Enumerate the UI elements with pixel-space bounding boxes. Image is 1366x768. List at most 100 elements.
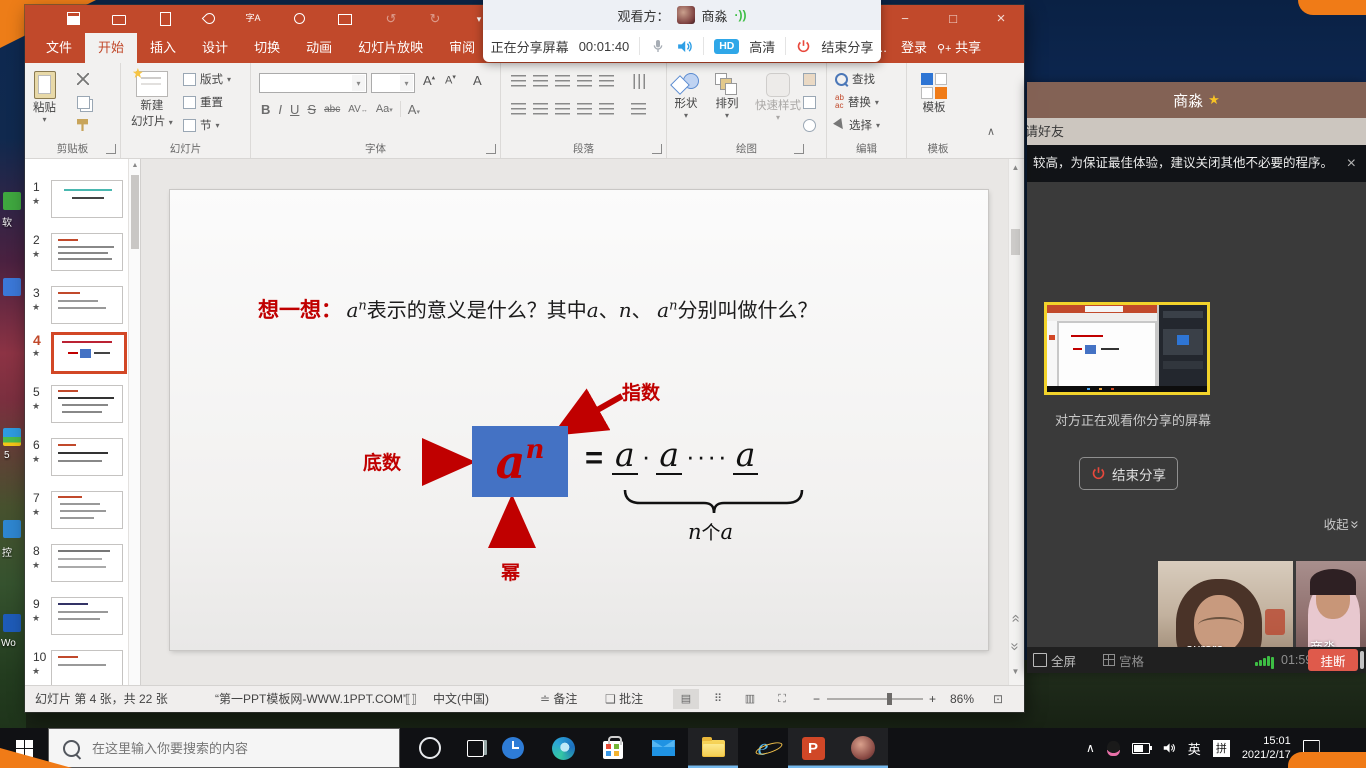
slide-thumbnail-2[interactable]: 2★ [25,233,128,277]
slide-sorter-view-button[interactable]: ⠿ [705,689,731,709]
fit-to-window-icon[interactable]: ⊡ [993,686,1003,712]
thumbnail-scrollbar[interactable]: ▲ [128,159,141,685]
desktop-icon[interactable] [3,428,21,446]
slideshow-view-button[interactable]: ⛶ [769,689,795,709]
reading-view-button[interactable]: ▥ [737,689,763,709]
collapse-videos-button[interactable]: 收起 » [1324,514,1358,533]
tab-design[interactable]: 设计 [189,33,241,63]
store-app-icon[interactable] [588,728,638,768]
end-share-button[interactable]: 结束分享 [821,37,873,56]
scroll-up-icon[interactable]: ▲ [129,159,141,173]
internet-explorer-icon[interactable]: e [738,728,788,768]
align-text-button[interactable] [627,103,649,121]
battery-icon[interactable] [1132,743,1150,754]
dropdown-icon[interactable]: ▾ [400,75,413,91]
login-button[interactable]: 登录 [901,33,927,63]
cortana-button[interactable] [405,728,455,768]
share-button[interactable]: ⚲+ 共享 [937,33,981,63]
accessibility-icon[interactable]: ⟦⟧ [405,686,417,712]
slide-canvas[interactable]: 想一想： an表示的意义是什么？其中a、n、 an分别叫做什么？ 指数 底数 幂… [170,190,988,650]
new-file-icon[interactable] [157,11,173,27]
tab-file[interactable]: 文件 [33,33,85,63]
scroll-up-icon[interactable]: ▲ [1009,163,1022,172]
replace-button[interactable]: abac 替换▾ [835,94,879,110]
dropdown-icon[interactable]: ▾ [352,75,365,91]
save-icon[interactable] [65,11,81,27]
open-icon[interactable] [111,11,127,27]
ime-indicator[interactable]: 拼 [1213,740,1230,757]
tab-review[interactable]: 审阅 [436,33,488,63]
shapes-button[interactable]: 形状▾ [673,73,699,120]
slide-thumbnail-3[interactable]: 3★ [25,286,128,330]
alarms-app-icon[interactable] [488,728,538,768]
fullscreen-button[interactable]: 全屏 [1033,647,1076,673]
paragraph-row-2[interactable] [507,103,617,121]
ink-icon[interactable] [201,11,217,27]
paste-button[interactable]: 粘贴 ▾ [33,71,56,124]
layout-button[interactable]: 版式▾ [183,71,231,87]
language-status[interactable]: 中文(中国) [433,686,489,712]
shrink-font-button[interactable]: A▾ [445,73,456,87]
slide-thumbnail-9[interactable]: 9★ [25,597,128,641]
font-color-button[interactable]: A▾ [408,102,420,117]
tab-transitions[interactable]: 切换 [241,33,293,63]
shape-effects-button[interactable] [803,119,816,132]
tab-insert[interactable]: 插入 [137,33,189,63]
clock-date[interactable]: 15:01 2021/2/17 [1242,734,1291,763]
hd-badge[interactable]: HD [714,39,739,54]
zoom-in-button[interactable]: + [929,686,936,712]
speaker-icon[interactable] [676,38,693,55]
language-indicator[interactable]: 英 [1188,739,1201,758]
comments-button[interactable]: ❑ 批注 [605,686,643,712]
mail-app-icon[interactable] [638,728,688,768]
normal-view-button[interactable]: ▤ [673,689,699,709]
italic-button[interactable]: I [278,102,282,117]
desktop-icon[interactable] [3,614,21,632]
zoom-out-button[interactable]: − [813,686,820,712]
tab-animations[interactable]: 动画 [293,33,345,63]
hd-label[interactable]: 高清 [749,37,775,56]
font-size-combobox[interactable]: ▾ [371,73,415,93]
desktop-icon[interactable] [3,192,21,210]
quick-styles-button[interactable]: 快速样式▾ [755,73,801,122]
hidden-icons-chevron[interactable]: ∧ [1086,741,1095,755]
toast-close-icon[interactable]: × [1347,145,1356,182]
paragraph-row-1[interactable] [507,75,617,93]
grid-view-button[interactable]: 宫格 [1103,647,1144,673]
powerpoint-app-icon[interactable]: P [788,728,838,768]
text-direction-button[interactable] [627,75,649,93]
shared-screen-preview[interactable] [1044,302,1210,395]
slide-thumbnail-5[interactable]: 5★ [25,385,128,429]
search-input[interactable] [90,740,384,757]
scrollbar-thumb[interactable] [1011,229,1020,255]
format-painter-button[interactable] [77,119,88,131]
change-case-button[interactable]: Aa▾ [376,103,393,115]
template-button[interactable]: 模板 [921,73,947,115]
microphone-icon[interactable] [650,38,666,54]
tab-slideshow[interactable]: 幻灯片放映 [345,33,436,63]
end-share-button-sidebar[interactable]: 结束分享 [1079,457,1178,490]
zoom-level[interactable]: 86% [950,686,974,712]
desktop-icon[interactable] [3,520,21,538]
video-feed-aurora[interactable]: aurora [1158,561,1293,660]
hangup-button[interactable]: 挂断 [1308,649,1358,671]
volume-icon[interactable] [1162,741,1176,755]
font-name-combobox[interactable]: ▾ [259,73,367,93]
invite-label[interactable]: 邀请好友 [1027,118,1064,145]
scroll-down-icon[interactable]: ▼ [1009,667,1022,676]
slide-thumbnail-4-selected[interactable]: 4★ [25,332,128,376]
video-feed-shangmiao[interactable]: 商淼 [1296,561,1366,660]
slide-thumbnail-7[interactable]: 7★ [25,491,128,535]
shape-outline-button[interactable] [803,96,816,109]
scrollbar-thumb[interactable] [131,175,139,249]
taskbar-search[interactable] [48,728,400,768]
strikethrough-button[interactable]: S [307,102,316,117]
slide-area-scrollbar[interactable]: ▲ » » ▼ [1008,159,1022,685]
zoom-slider-thumb[interactable] [887,693,892,705]
shape-fill-button[interactable] [803,73,816,86]
minimize-button[interactable]: − [883,5,927,33]
underline-button[interactable]: U [290,102,299,117]
text-shadow-button[interactable]: abc [324,104,340,115]
reset-button[interactable]: 重置 [183,94,223,110]
tab-home[interactable]: 开始 [85,33,137,63]
